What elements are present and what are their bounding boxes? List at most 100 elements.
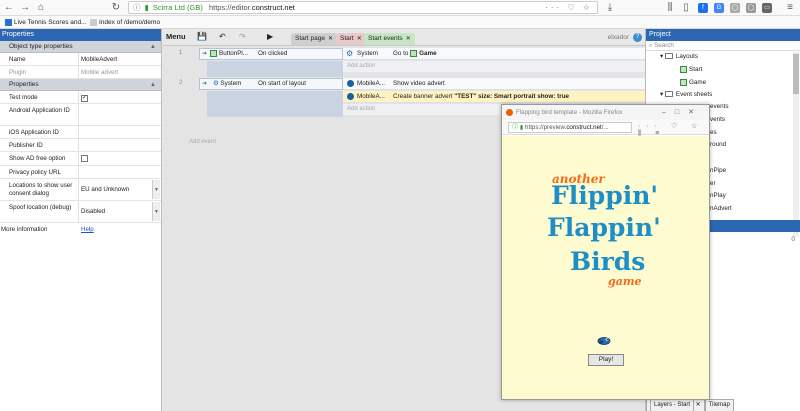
tree-item[interactable]: nAdvert [710, 204, 732, 213]
menu-icon[interactable]: ≡ [784, 2, 796, 14]
scrollbar-thumb[interactable] [793, 54, 799, 94]
event-condition[interactable]: ➜ ⚙ System On start of layout [199, 78, 343, 90]
collapse-icon[interactable]: ▲ [150, 41, 156, 53]
tree-item[interactable]: er [710, 179, 716, 188]
chevron-down-icon[interactable]: ▼ [152, 202, 160, 221]
tree-item[interactable]: events [710, 102, 729, 111]
back-icon[interactable]: ← [3, 2, 15, 14]
event-number: 1 [179, 50, 183, 56]
tab-tilemap[interactable]: Tilemap [704, 399, 734, 411]
publisher-id-row[interactable]: Publisher ID [0, 139, 161, 152]
tree-item[interactable]: round [710, 140, 726, 149]
tree-item[interactable]: vents [710, 115, 725, 124]
tree-item-layouts[interactable]: ▾ Layouts [660, 52, 698, 61]
ad-free-checkbox[interactable] [81, 155, 88, 162]
play-button[interactable]: Play! [588, 354, 624, 366]
preview-titlebar[interactable]: Flapping bird template - Mozilla Firefox… [502, 105, 709, 120]
folder-icon [664, 53, 673, 60]
tab-start[interactable]: Start ✕ [336, 33, 366, 45]
extension-icon[interactable]: f [698, 3, 708, 13]
extension-icon[interactable]: ▭ [762, 3, 772, 13]
privacy-policy-row[interactable]: Privacy policy URL [0, 166, 161, 179]
tab-start-page[interactable]: Start page ✕ [291, 33, 338, 45]
extension-icon[interactable]: G [714, 3, 724, 13]
spoof-location-row[interactable]: Spoof location (debug) Disabled ▼ [0, 201, 161, 223]
close-icon[interactable]: ✕ [357, 36, 362, 42]
redo-icon[interactable]: ↷ [239, 32, 246, 41]
close-icon[interactable]: ✕ [406, 36, 411, 42]
game-title-flappin: Flappin' [547, 213, 661, 242]
site-identity: Scirra Ltd (GB) [152, 3, 203, 12]
project-scrollbar[interactable] [793, 52, 799, 237]
sidebar-icon[interactable]: ▯ [680, 2, 692, 14]
object-type-section[interactable]: Object type properties ▲ [0, 41, 161, 53]
window-controls-icon[interactable]: –□✕ [662, 105, 703, 120]
page-actions-icon[interactable]: ··· ♡ ☆ [545, 2, 593, 13]
mobile-advert-icon [347, 93, 354, 100]
properties-section[interactable]: Properties ▲ [0, 79, 161, 91]
extension-icon[interactable]: ◯ [746, 3, 756, 13]
extension-icon[interactable]: ◯ [730, 3, 740, 13]
event-block [207, 91, 343, 117]
undo-icon[interactable]: ↶ [219, 32, 226, 41]
add-action-link[interactable]: Add action [343, 61, 645, 72]
close-icon[interactable]: ✕ [328, 36, 333, 42]
event-action-selected[interactable]: MobileA... Create banner advert "TEST" s… [343, 91, 645, 103]
username[interactable]: elxador [608, 34, 629, 41]
search-icon: ⌕ [649, 42, 653, 49]
home-icon[interactable]: ⌂ [35, 2, 47, 14]
condition-text: On clicked [258, 50, 288, 57]
android-app-id-row[interactable]: Android Application ID [0, 104, 161, 126]
test-mode-checkbox[interactable]: ✓ [81, 95, 88, 102]
library-icon[interactable]: ⫼ [664, 2, 676, 14]
bookmark-item[interactable]: Index of /demo/demo [90, 16, 160, 29]
site-info-icon[interactable]: ⓘ [133, 3, 141, 12]
tree-item[interactable]: nPipe [710, 166, 726, 175]
properties-title: Properties [0, 29, 161, 41]
reload-icon[interactable]: ↻ [110, 2, 122, 14]
url-text: https://editor.construct.net [208, 3, 295, 12]
tree-item-event-sheets[interactable]: ▾ Event sheets [660, 90, 712, 99]
project-search[interactable]: ⌕ Search [646, 41, 800, 51]
chevron-down-icon[interactable]: ▼ [152, 180, 160, 199]
bookmark-item[interactable]: Live Tennis Scores and... [5, 16, 87, 29]
name-row[interactable]: Name MobileAdvert [0, 53, 161, 66]
lock-icon: ▮ [144, 3, 149, 12]
game-title-flippin: Flippin' [551, 181, 659, 210]
more-info-row: More information Help [0, 223, 161, 236]
tab-start-events[interactable]: Start events ✕ [364, 33, 415, 45]
preview-address-field[interactable]: ⓘ ▮ https://preview.construct.net/... [508, 122, 632, 133]
address-bar[interactable]: ⓘ ▮ Scirra Ltd (GB) https://editor.const… [128, 1, 598, 14]
forward-icon[interactable]: → [19, 2, 31, 14]
collapse-icon[interactable]: ▲ [150, 79, 156, 91]
plugin-row: Plugin Mobile advert [0, 66, 161, 79]
collapse-icon[interactable]: ▾ [660, 53, 663, 60]
event-action[interactable]: ⚙ System Go to Game [343, 48, 645, 60]
play-icon[interactable]: ▶ [267, 32, 273, 41]
layout-icon [680, 78, 687, 86]
event-condition[interactable]: ➜ ButtonPl... On clicked [199, 48, 343, 60]
tree-item-start[interactable]: Start [680, 65, 702, 74]
button-object-icon [210, 49, 217, 57]
tree-item[interactable]: nPlay [710, 191, 726, 200]
test-mode-row[interactable]: Test mode ✓ [0, 91, 161, 104]
consent-locations-row[interactable]: Locations to show user consent dialog EU … [0, 179, 161, 201]
help-icon[interactable]: ? [633, 33, 642, 42]
event-action[interactable]: MobileA... Show video advert [343, 78, 645, 90]
collapse-icon[interactable]: ▾ [660, 91, 663, 98]
help-link[interactable]: Help [81, 223, 94, 236]
consent-locations-select[interactable]: EU and Unknown [81, 179, 129, 201]
game-canvas[interactable]: another Flippin' Flappin' Birds game Pla… [502, 136, 709, 399]
event-number: 2 [179, 80, 183, 86]
save-icon[interactable]: 💾 [197, 32, 207, 41]
menu-button[interactable]: Menu [166, 32, 186, 41]
download-icon[interactable]: ⤓ [604, 2, 616, 14]
show-ad-free-row[interactable]: Show AD free option [0, 152, 161, 166]
spoof-location-select[interactable]: Disabled [81, 201, 105, 223]
ios-app-id-row[interactable]: iOS Application ID [0, 126, 161, 139]
expand-arrow-icon: ➜ [202, 81, 208, 87]
tree-item-game[interactable]: Game [680, 78, 706, 87]
browser-toolbar: ← → ⌂ ↻ ⓘ ▮ Scirra Ltd (GB) https://edit… [0, 0, 800, 16]
add-event-link[interactable]: Add event [189, 139, 216, 145]
tree-item[interactable]: es [710, 128, 717, 137]
